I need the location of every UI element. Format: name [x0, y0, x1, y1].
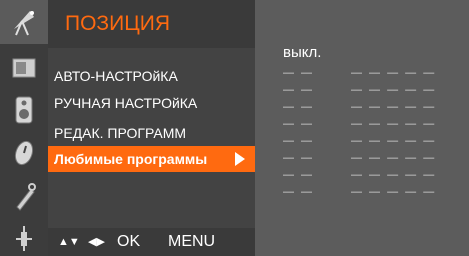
submenu-arrow-icon — [235, 152, 245, 166]
slot-name: — — — — — — [351, 67, 437, 79]
favourite-slot-row[interactable]: — — — — — — — — [283, 101, 453, 113]
slot-name: — — — — — — [351, 101, 437, 113]
tv-osd-menu: ПОЗИЦИЯ АВТО-НАСТРОйКА РУЧНАЯ НАСТРОйКА … — [0, 0, 469, 256]
navigation-hint-bar: ▲▼ ◀▶ OK MENU — [48, 228, 255, 256]
menu-item-auto-tuning[interactable]: АВТО-НАСТРОйКА — [48, 63, 255, 89]
favourite-slot-row[interactable]: — — — — — — — — [283, 84, 453, 96]
slot-number: — — — [283, 84, 315, 96]
icon-column — [0, 0, 48, 256]
ok-hint: OK — [117, 233, 141, 250]
slot-number: — — — [283, 135, 315, 147]
plug-icon[interactable] — [0, 220, 48, 256]
favourite-slot-row[interactable]: — — — — — — — — [283, 152, 453, 164]
slot-number: — — — [283, 186, 315, 198]
menu-item-label: РЕДАК. ПРОГРАММ — [54, 125, 187, 141]
slot-number: — — — [283, 152, 315, 164]
menu-item-manual-tuning[interactable]: РУЧНАЯ НАСТРОйКА — [48, 90, 255, 116]
slot-name: — — — — — — [351, 135, 437, 147]
menu-item-favourite-programmes[interactable]: Любимые программы — [48, 146, 255, 172]
menu-item-edit-programmes[interactable]: РЕДАК. ПРОГРАММ — [48, 120, 255, 146]
left-right-arrows-icon: ◀▶ — [88, 236, 105, 248]
clock-icon[interactable] — [0, 133, 48, 173]
lock-tag-icon[interactable] — [0, 176, 48, 216]
favourite-slot-row[interactable]: — — — — — — — — [283, 118, 453, 130]
screen-icon[interactable] — [0, 48, 48, 88]
satellite-dish-icon[interactable] — [0, 0, 48, 44]
slot-name: — — — — — — [351, 169, 437, 181]
slot-number: — — — [283, 169, 315, 181]
slot-name: — — — — — — [351, 152, 437, 164]
menu-item-label: Любимые программы — [54, 151, 208, 167]
favourite-slot-row[interactable]: — — — — — — — — [283, 67, 453, 79]
slot-name: — — — — — — [351, 186, 437, 198]
favourite-slot-row[interactable]: — — — — — — — — [283, 169, 453, 181]
slot-name: — — — — — — [351, 118, 437, 130]
speaker-icon[interactable] — [0, 90, 48, 130]
menu-item-label: АВТО-НАСТРОйКА — [54, 68, 178, 84]
slot-number: — — — [283, 67, 315, 79]
menu-title: ПОЗИЦИЯ — [65, 12, 170, 35]
favourite-slot-row[interactable]: — — — — — — — — [283, 186, 453, 198]
up-down-arrows-icon: ▲▼ — [58, 236, 80, 248]
favourite-slot-row[interactable]: — — — — — — — — [283, 135, 453, 147]
menu-hint: MENU — [168, 233, 216, 250]
favourite-slot-value[interactable]: выкл. — [283, 44, 321, 62]
slot-number: — — — [283, 118, 315, 130]
slot-number: — — — [283, 101, 315, 113]
slot-name: — — — — — — [351, 84, 437, 96]
menu-item-label: РУЧНАЯ НАСТРОйКА — [54, 95, 198, 111]
